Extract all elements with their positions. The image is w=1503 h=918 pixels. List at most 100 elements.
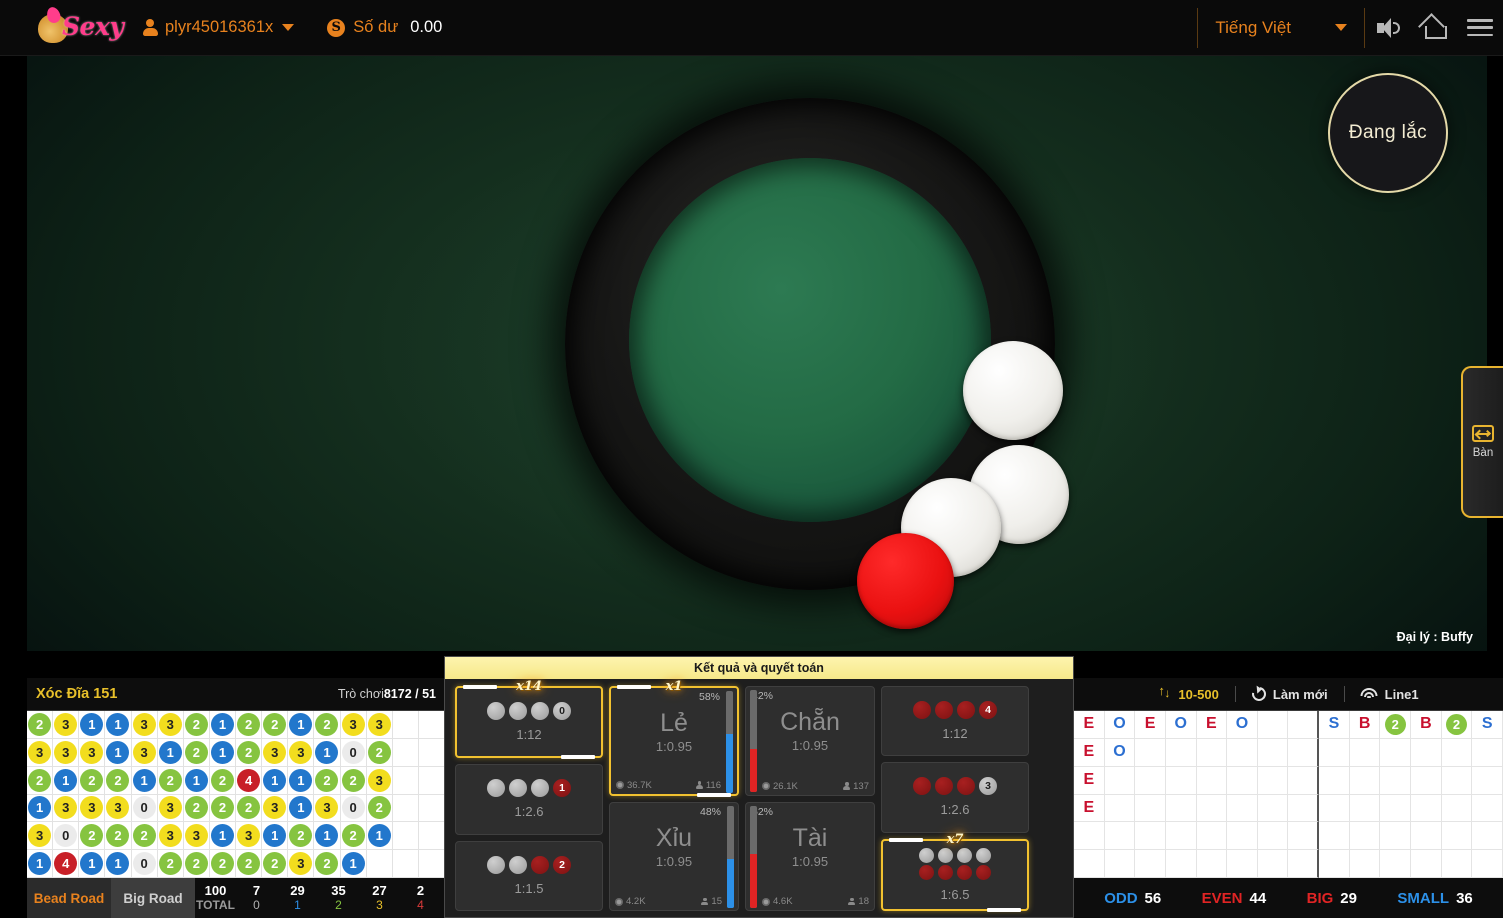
refresh-button[interactable]: Làm mới: [1236, 684, 1344, 704]
road-stat-value: 29: [1340, 889, 1357, 907]
chevron-down-icon[interactable]: [282, 24, 295, 31]
bet-option-content: Tài 1:0.95: [746, 824, 874, 869]
sound-button[interactable]: [1365, 0, 1411, 56]
road-cell: [1257, 794, 1289, 823]
bead-cell: 3: [105, 794, 132, 823]
bead-marker: 2: [315, 712, 339, 736]
road-stat-count: 35: [331, 882, 346, 898]
road-cell: [1472, 794, 1503, 823]
bead-cell: 3: [27, 738, 54, 767]
bead-cell: [392, 794, 419, 823]
bead-marker: 3: [132, 712, 156, 736]
bead-cell: [392, 850, 419, 878]
up-down-arrows-icon: [1158, 683, 1171, 702]
road-cell: B: [1349, 711, 1381, 739]
bead-cell: 1: [27, 794, 54, 823]
bead-marker: 3: [54, 712, 78, 736]
bead-cell: 3: [288, 738, 315, 767]
road-cell: [1380, 822, 1412, 851]
road-cell: [1165, 822, 1197, 851]
bet-option-left-2[interactable]: 2 1:1.5: [455, 840, 603, 911]
bet-option-lẻ[interactable]: x1 58% Lẻ 1:0.95 36.7K 116: [609, 679, 739, 797]
bead-cell: 1: [105, 711, 132, 739]
coin-pip: [957, 864, 972, 880]
balance-value: 0.00: [410, 18, 443, 36]
bead-cell: 3: [366, 766, 393, 795]
bead-cell: 2: [209, 794, 236, 823]
bead-cell: 2: [366, 794, 393, 823]
bet-odds: 1:1.5: [514, 880, 544, 896]
road-cell: S: [1319, 711, 1350, 739]
bead-marker: 1: [106, 712, 130, 736]
road-cell: [1257, 766, 1289, 795]
bet-option-name: Lẻ: [660, 709, 688, 737]
bet-player-count: 116: [695, 780, 721, 791]
bet-meter-fill: [750, 749, 757, 792]
refresh-icon: [1249, 684, 1269, 704]
coin-pip: [957, 847, 972, 863]
bead-marker: 2: [367, 740, 391, 764]
road-marker: 2: [1384, 713, 1406, 735]
road-cell: [1074, 822, 1105, 851]
road-stat-even: EVEN 44: [1202, 890, 1267, 907]
big-road-grid[interactable]: EOEOEOSB2B2SEOEE: [1074, 710, 1503, 878]
road-stat-label: 1: [294, 897, 301, 912]
road-stat-count: 29: [290, 882, 305, 898]
bet-option-right-1[interactable]: 3 1:2.6: [881, 762, 1029, 833]
road-stat-label: SMALL: [1397, 889, 1450, 907]
bet-option-right-2[interactable]: x7 1:6.5: [881, 832, 1029, 913]
menu-button[interactable]: [1457, 0, 1503, 56]
bead-marker: 3: [28, 740, 52, 764]
bet-option-name: Chẵn: [780, 708, 840, 736]
bet-option-xỉu[interactable]: 48% Xỉu 1:0.95 4.2K 15: [609, 801, 739, 911]
language-selector[interactable]: Tiếng Việt: [1197, 7, 1365, 48]
game-app: Sexy plyr45016361x S Số dư 0.00 Tiếng Vi…: [0, 0, 1503, 918]
bead-marker: 2: [184, 796, 208, 820]
bet-panel-title: Kết quả và quyết toán: [445, 657, 1073, 679]
bead-marker: 2: [263, 852, 287, 876]
bet-option-left-0[interactable]: x14 0 1:12: [455, 679, 603, 760]
user-menu[interactable]: plyr45016361x: [142, 18, 295, 37]
bead-cell: 2: [157, 766, 184, 795]
bead-cell: 1: [79, 850, 106, 878]
bead-cell: 1: [209, 711, 236, 739]
bet-option-left-1[interactable]: 1 1:2.6: [455, 764, 603, 835]
connection-status[interactable]: Line1: [1345, 687, 1435, 702]
bet-option-chẵn[interactable]: 42% Chẵn 1:0.95 26.1K 137: [745, 686, 875, 796]
bead-cell: 0: [340, 738, 367, 767]
home-button[interactable]: [1411, 0, 1457, 56]
bead-marker: 3: [158, 824, 182, 848]
bead-road-panel: Xóc Đĩa 151 Trò chơi8172 / 51 2311332122…: [27, 678, 445, 918]
bet-option-right-0[interactable]: 4 1:12: [881, 686, 1029, 757]
bead-cell: 3: [262, 794, 289, 823]
bet-limit[interactable]: 10-500: [1142, 683, 1234, 702]
road-cell: E: [1196, 711, 1228, 739]
bead-marker: 2: [237, 852, 261, 876]
bet-option-content: Chẵn 1:0.95: [746, 708, 874, 754]
game-chip-white: [963, 341, 1063, 440]
status-badge: Đang lắc: [1328, 73, 1448, 193]
bead-marker: 3: [80, 796, 104, 820]
coin-pip: [938, 864, 953, 880]
tab-bead-road[interactable]: Bead Road: [27, 878, 111, 918]
refresh-label: Làm mới: [1272, 686, 1328, 702]
bead-marker: 1: [106, 852, 130, 876]
tab-big-road[interactable]: Big Road: [111, 878, 195, 918]
right-road-header: 10-500 Làm mới Line1: [1074, 678, 1503, 710]
bead-cell: 2: [105, 766, 132, 795]
coin-pip-count: 1: [553, 779, 571, 798]
bead-marker: 2: [210, 796, 234, 820]
coin-pip: [957, 701, 975, 720]
chevron-down-icon[interactable]: [1335, 24, 1347, 31]
table-side-tab[interactable]: Bàn: [1461, 366, 1503, 518]
bead-cell: 3: [288, 850, 315, 878]
bead-road-grid[interactable]: 2311332122123333313121233102212212124112…: [27, 710, 445, 878]
bead-cell: 1: [314, 822, 341, 851]
bet-player-count: 137: [843, 781, 869, 792]
bet-option-tài[interactable]: 52% Tài 1:0.95 4.6K 18: [745, 801, 875, 911]
bet-option-footer: 36.7K 116: [616, 780, 721, 791]
bead-cell: 2: [209, 766, 236, 795]
bead-marker: 3: [263, 740, 287, 764]
road-stat-column: 27 3: [359, 883, 400, 913]
bead-cell: 2: [314, 766, 341, 795]
